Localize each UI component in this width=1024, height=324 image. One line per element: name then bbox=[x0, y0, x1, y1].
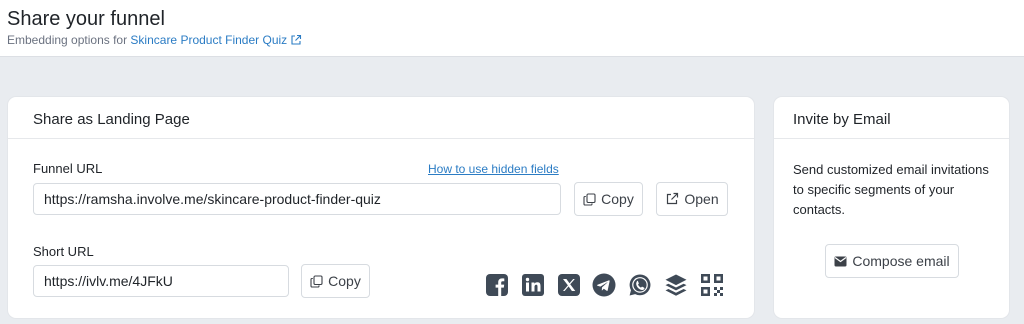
page-subtitle: Embedding options for Skincare Product F… bbox=[7, 33, 302, 47]
short-url-label: Short URL bbox=[33, 244, 94, 259]
external-link-icon bbox=[291, 34, 302, 45]
external-link-icon bbox=[667, 192, 679, 205]
qr-code-icon[interactable] bbox=[700, 273, 724, 297]
page-title: Share your funnel bbox=[7, 8, 165, 30]
funnel-url-label: Funnel URL bbox=[33, 161, 103, 176]
landing-card-title: Share as Landing Page bbox=[8, 97, 754, 139]
compose-email-label: Compose email bbox=[852, 253, 950, 269]
funnel-url-input[interactable]: https://ramsha.involve.me/skincare-produ… bbox=[33, 183, 561, 215]
email-description: Send customized email invitations to spe… bbox=[793, 162, 989, 217]
subtitle-prefix: Embedding options for bbox=[7, 33, 128, 47]
copy-label: Copy bbox=[328, 273, 361, 289]
copy-short-url-button[interactable]: Copy bbox=[301, 264, 370, 298]
email-card-title: Invite by Email bbox=[774, 97, 1009, 139]
copy-icon bbox=[583, 192, 596, 206]
copy-label: Copy bbox=[601, 191, 634, 207]
facebook-icon[interactable] bbox=[485, 273, 509, 297]
buffer-icon[interactable] bbox=[664, 273, 688, 297]
open-label: Open bbox=[684, 191, 719, 207]
compose-email-button[interactable]: Compose email bbox=[825, 244, 959, 278]
hidden-fields-link[interactable]: How to use hidden fields bbox=[428, 162, 559, 176]
telegram-icon[interactable] bbox=[592, 273, 616, 297]
copy-funnel-url-button[interactable]: Copy bbox=[574, 182, 643, 216]
page-header: Share your funnel Embedding options for … bbox=[0, 0, 1024, 57]
x-icon[interactable] bbox=[557, 273, 581, 297]
linkedin-icon[interactable] bbox=[521, 273, 545, 297]
copy-icon bbox=[310, 274, 323, 288]
funnel-name-label: Skincare Product Finder Quiz bbox=[130, 33, 288, 47]
whatsapp-icon[interactable] bbox=[628, 273, 652, 297]
funnel-name-link[interactable]: Skincare Product Finder Quiz bbox=[130, 33, 302, 47]
invite-email-card: Invite by Email Send customized email in… bbox=[774, 97, 1009, 318]
short-url-input[interactable]: https://ivlv.me/4JFkU bbox=[33, 265, 289, 297]
open-funnel-button[interactable]: Open bbox=[656, 182, 728, 216]
envelope-icon bbox=[834, 256, 847, 266]
